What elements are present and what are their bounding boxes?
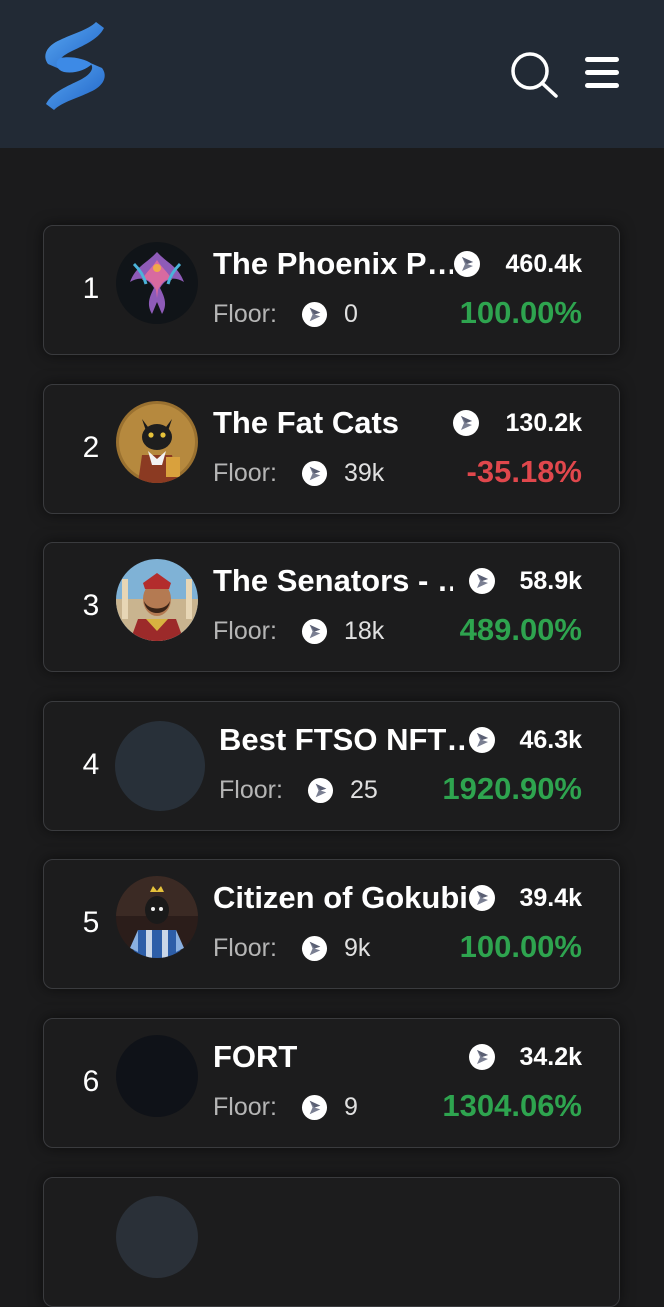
collection-name[interactable]: The Senators - …: [213, 563, 453, 599]
floor-label: Floor:: [213, 617, 277, 645]
songbird-token-icon: [301, 618, 328, 645]
floor-label: Floor:: [219, 776, 283, 804]
songbird-token-icon: [301, 935, 328, 962]
collection-name[interactable]: The Phoenix P…: [213, 246, 453, 282]
collection-card[interactable]: [43, 1177, 620, 1307]
collection-name[interactable]: FORT: [213, 1039, 453, 1075]
collection-volume: 460.4k: [505, 250, 582, 278]
price-change: 100.00%: [459, 295, 582, 330]
floor-price: 39k: [344, 459, 385, 487]
songbird-token-icon: [453, 250, 481, 278]
collection-card[interactable]: 3 The Senators - … 58.9k Floor: 18k 489.…: [43, 542, 620, 672]
price-change: 1920.90%: [442, 771, 582, 806]
collection-name[interactable]: Best FTSO NFT…: [219, 722, 467, 758]
price-change: 489.00%: [459, 612, 582, 647]
top-collections-list: 1 The Phoenix P… 460.4k Floor: 0 100.00%…: [0, 0, 664, 1307]
collection-avatar: [116, 559, 198, 641]
collection-card[interactable]: 1 The Phoenix P… 460.4k Floor: 0 100.00%: [43, 225, 620, 355]
collection-avatar: [116, 1196, 198, 1278]
floor-price: 18k: [344, 617, 385, 645]
floor-label: Floor:: [213, 300, 277, 328]
floor-label: Floor:: [213, 1093, 277, 1121]
collection-card[interactable]: 5 Citizen of Gokubi 39.4k Floor: 9k 100.…: [43, 859, 620, 989]
price-change: 1304.06%: [442, 1088, 582, 1123]
songbird-token-icon: [452, 409, 480, 437]
collection-name[interactable]: The Fat Cats: [213, 405, 453, 441]
collection-volume: 34.2k: [519, 1043, 582, 1071]
collection-avatar: [116, 876, 198, 958]
floor-label: Floor:: [213, 934, 277, 962]
collection-avatar: [116, 242, 198, 324]
collection-volume: 58.9k: [519, 567, 582, 595]
price-change: -35.18%: [466, 454, 582, 489]
collection-volume: 130.2k: [505, 409, 582, 437]
collection-avatar: [116, 401, 198, 483]
floor-price: 0: [344, 300, 358, 328]
songbird-token-icon: [307, 777, 334, 804]
songbird-token-icon: [468, 567, 496, 595]
collection-card[interactable]: 6 FORT 34.2k Floor: 9 1304.06%: [43, 1018, 620, 1148]
collection-volume: 39.4k: [519, 884, 582, 912]
collection-avatar-placeholder: [115, 721, 205, 811]
songbird-token-icon: [468, 884, 496, 912]
price-change: 100.00%: [459, 929, 582, 964]
floor-label: Floor:: [213, 459, 277, 487]
collection-volume: 46.3k: [519, 726, 582, 754]
floor-price: 25: [350, 776, 378, 804]
floor-price: 9k: [344, 934, 371, 962]
collection-name[interactable]: Citizen of Gokubi: [213, 880, 468, 916]
songbird-token-icon: [468, 1043, 496, 1071]
floor-price: 9: [344, 1093, 358, 1121]
collection-card[interactable]: 2 The Fat Cats 130.2k Floor: 39k -35.18%: [43, 384, 620, 514]
songbird-token-icon: [468, 726, 496, 754]
songbird-token-icon: [301, 460, 328, 487]
collection-card[interactable]: 4 Best FTSO NFT… 46.3k Floor: 25 1920.90…: [43, 701, 620, 831]
songbird-token-icon: [301, 301, 328, 328]
collection-avatar: [116, 1035, 198, 1117]
songbird-token-icon: [301, 1094, 328, 1121]
